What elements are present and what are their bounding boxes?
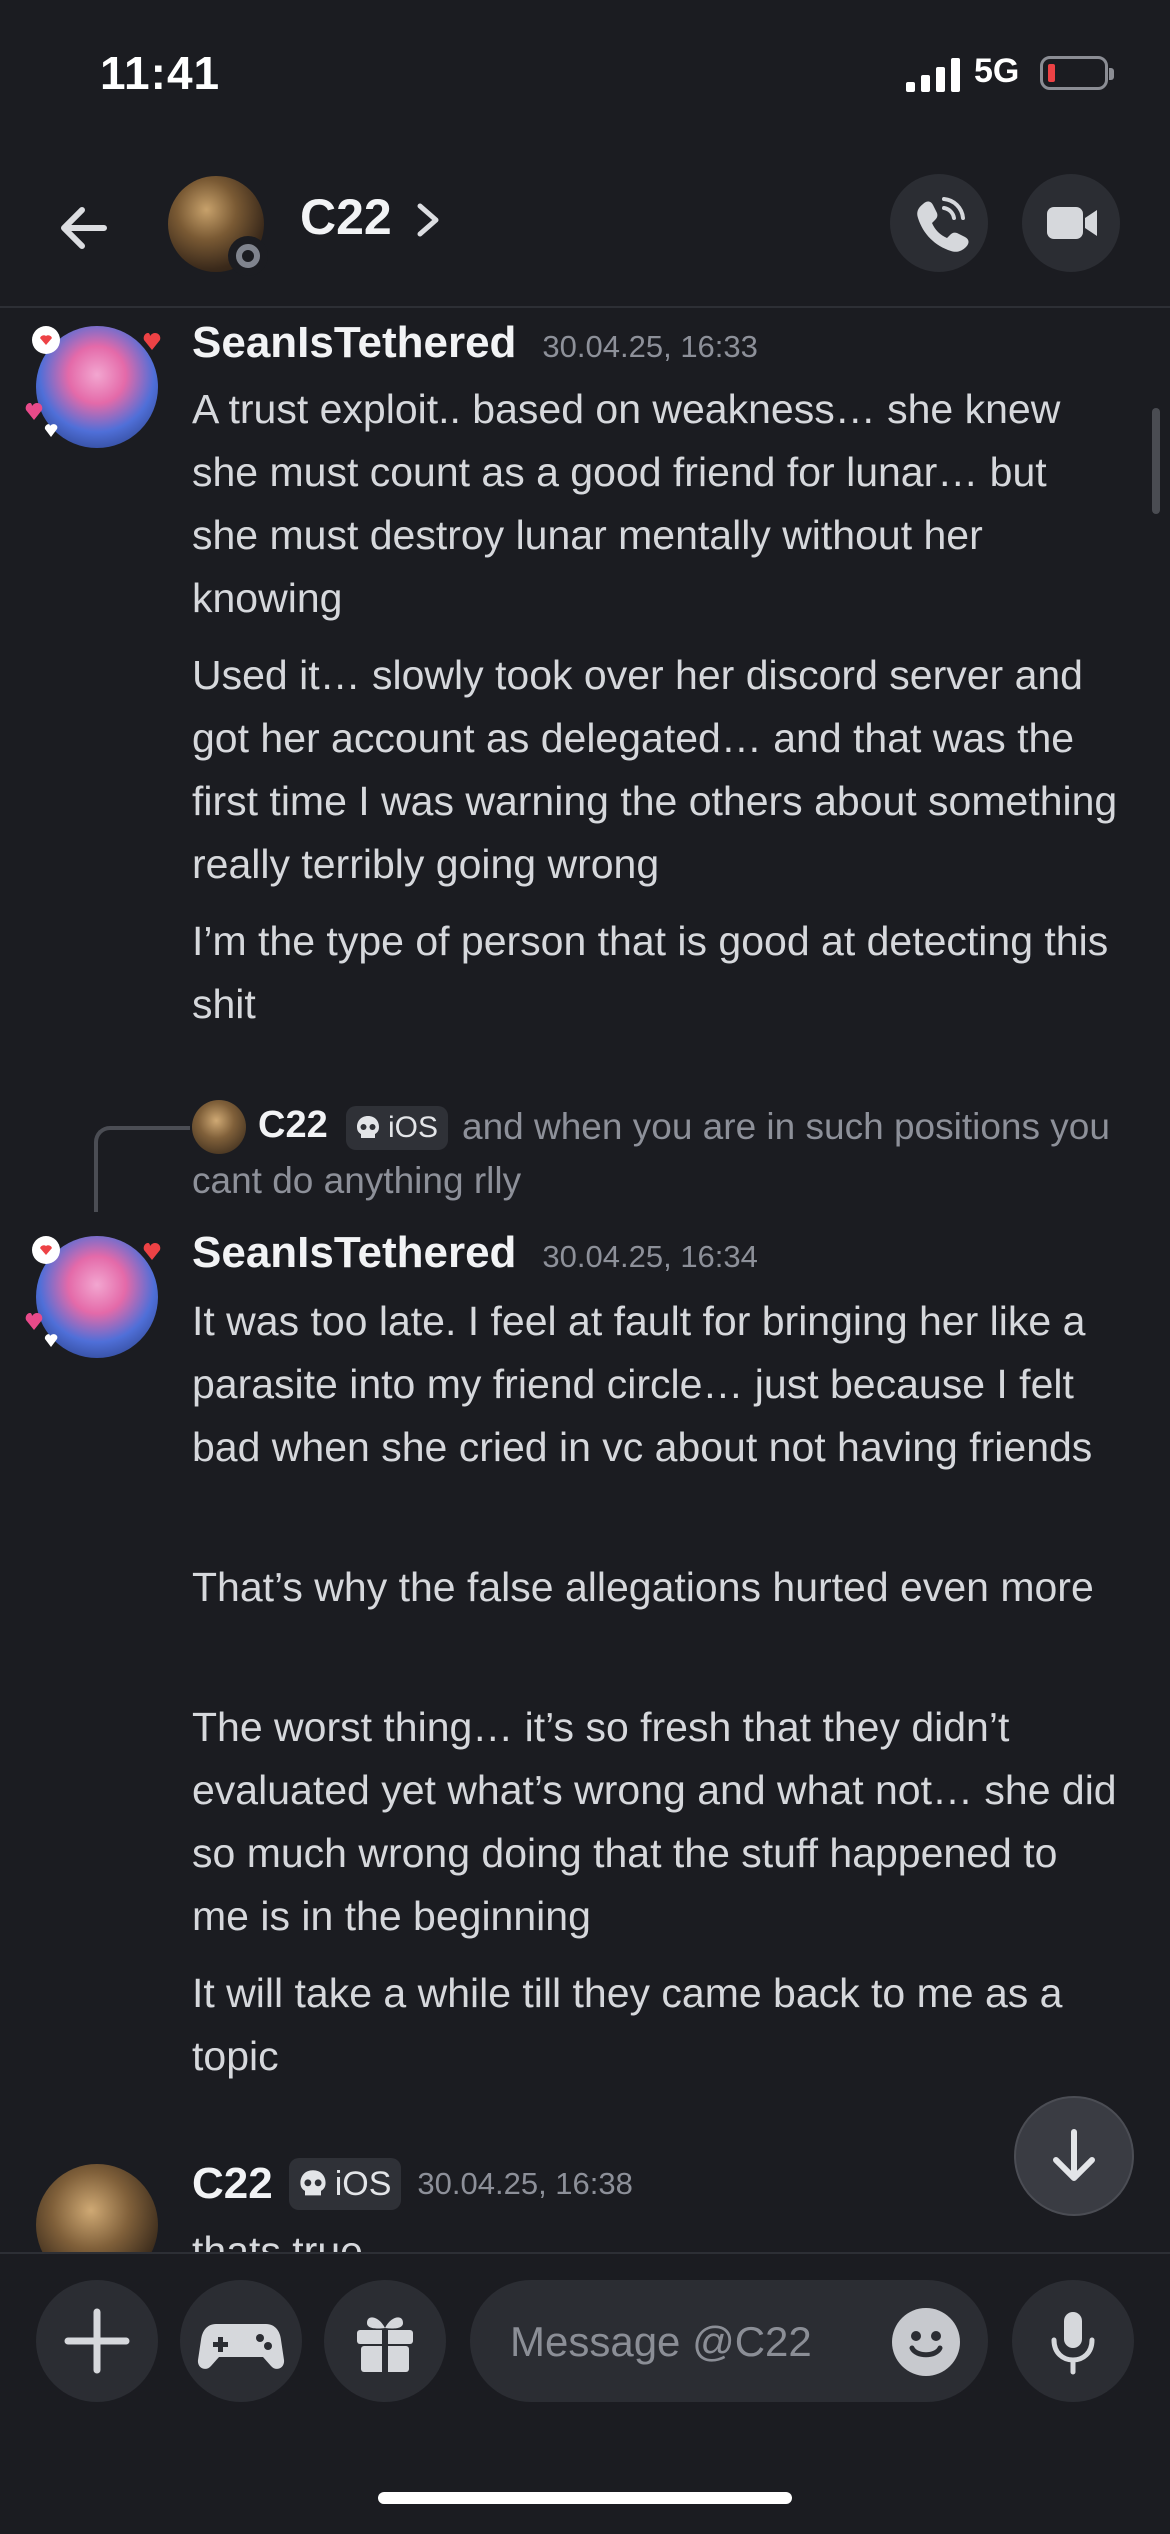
message-username[interactable]: C22 (192, 2159, 273, 2209)
gamepad-icon (197, 2324, 285, 2369)
chevron-right-icon[interactable] (410, 200, 446, 240)
voice-message-button[interactable] (1012, 2280, 1134, 2402)
platform-tag-label: iOS (334, 2164, 392, 2203)
attach-button[interactable] (36, 2280, 158, 2402)
header-divider (0, 306, 1170, 308)
platform-tag-label: iOS (388, 1111, 439, 1144)
skull-icon (300, 2170, 326, 2196)
scrollbar[interactable] (1152, 408, 1160, 514)
scroll-to-bottom-button[interactable] (1014, 2096, 1134, 2216)
arrow-down-icon (1053, 2129, 1095, 2181)
home-indicator (378, 2492, 792, 2504)
message-username[interactable]: SeanIsTethered (192, 1228, 516, 1278)
network-label: 5G (974, 52, 1020, 90)
phone-call-icon (917, 197, 969, 252)
reply-preview-text[interactable]: and when you are in such positions you c… (192, 1100, 1112, 1208)
message-text: A trust exploit.. based on weakness… she… (192, 386, 1061, 621)
message-text: That’s why the false allegations hurted … (192, 1564, 1094, 1610)
video-call-button[interactable] (1022, 174, 1120, 272)
message-text: It will take a while till they came back… (192, 1970, 1063, 2079)
status-time: 11:41 (100, 47, 221, 99)
reply-connector (94, 1126, 190, 1212)
activities-button[interactable] (180, 2280, 302, 2402)
plus-icon (64, 2308, 130, 2374)
message-username[interactable]: SeanIsTethered (192, 318, 516, 368)
gift-button[interactable] (324, 2280, 446, 2402)
message-text: It was too late. I feel at fault for bri… (192, 1298, 1093, 1470)
emoji-button[interactable] (892, 2308, 960, 2376)
microphone-icon (1051, 2312, 1095, 2375)
video-camera-icon (1047, 207, 1097, 239)
message-timestamp: 30.04.25, 16:38 (417, 2166, 633, 2201)
reply-username[interactable]: C22 (258, 1104, 328, 1147)
signal-icon (906, 58, 960, 92)
battery-icon (1040, 56, 1114, 90)
message-text: Used it… slowly took over her discord se… (192, 652, 1118, 887)
platform-tag: iOS (288, 2158, 402, 2210)
platform-tag: iOS (346, 1106, 449, 1150)
conversation-title[interactable]: C22 (300, 188, 392, 246)
heart-decoration-icon (25, 326, 161, 437)
message-timestamp: 30.04.25, 16:33 (542, 329, 758, 364)
message-text: I’m the type of person that is good at d… (192, 918, 1109, 1027)
skull-icon (357, 1116, 379, 1138)
message-timestamp: 30.04.25, 16:34 (542, 1239, 758, 1274)
reply-avatar[interactable] (192, 1100, 246, 1154)
message-input-placeholder[interactable]: Message @C22 (510, 2318, 812, 2366)
voice-call-button[interactable] (890, 174, 988, 272)
heart-decoration-icon (25, 1236, 161, 1347)
message-text: The worst thing… it’s so fresh that they… (192, 1704, 1117, 1939)
back-arrow-icon[interactable] (52, 196, 116, 260)
gift-icon (357, 2317, 413, 2372)
offline-status-icon (228, 236, 268, 276)
smiley-icon (909, 2331, 943, 2358)
